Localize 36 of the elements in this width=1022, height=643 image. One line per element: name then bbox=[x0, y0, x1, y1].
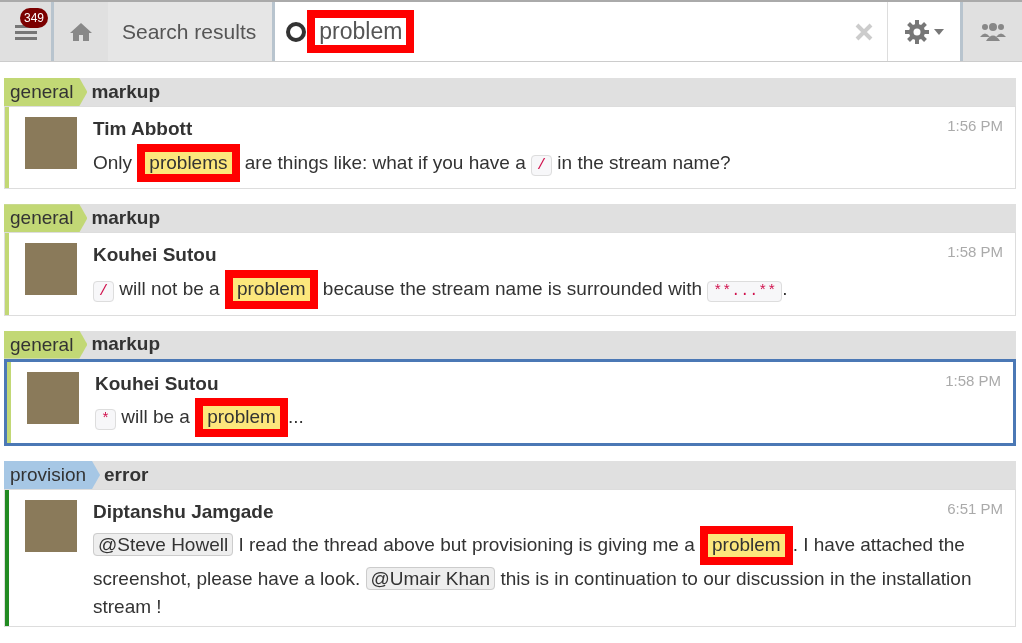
menu-button[interactable]: 349 bbox=[0, 2, 54, 61]
message-time: 1:58 PM bbox=[947, 242, 1003, 263]
avatar-placeholder bbox=[25, 499, 77, 552]
caret-icon bbox=[934, 28, 944, 35]
search-icon bbox=[285, 20, 308, 43]
message-text: @Steve Howell I read the thread above but provisioning is giving me a problem . I have attached the screenshot, please have a look. @Umair Khan this is in continuation to our discussion in the installation stream ! bbox=[93, 526, 1003, 621]
sender-name: Kouhei Sutou bbox=[93, 243, 217, 268]
message-time: 1:56 PM bbox=[947, 116, 1003, 136]
stream-label[interactable]: general bbox=[4, 330, 88, 359]
stream-label[interactable]: general bbox=[4, 78, 88, 106]
message-text: Only problems are things like: what if you have a / in the stream name? bbox=[93, 143, 1003, 183]
home-icon bbox=[69, 21, 93, 42]
settings-icon bbox=[904, 18, 930, 45]
topic-label[interactable]: markup bbox=[87, 330, 161, 359]
avatar-placeholder bbox=[25, 243, 77, 296]
message-time: 1:58 PM bbox=[945, 370, 1001, 391]
sender-name: Kouhei Sutou bbox=[95, 371, 219, 396]
topic-label[interactable]: markup bbox=[87, 77, 161, 107]
settings-button[interactable] bbox=[888, 2, 960, 61]
avatar-placeholder bbox=[27, 371, 79, 424]
message-time: 6:51 PM bbox=[947, 498, 1003, 519]
stream-label[interactable]: general bbox=[4, 204, 88, 233]
users-button[interactable] bbox=[960, 2, 1022, 61]
topic-label[interactable]: error bbox=[100, 460, 149, 490]
message-text: / will not be a problem because the stream name is surrounded with **...** . bbox=[93, 269, 1003, 309]
stream-label[interactable]: provision bbox=[4, 460, 101, 489]
message-text: * will be a problem ... bbox=[95, 398, 1001, 437]
home-button[interactable] bbox=[54, 2, 108, 61]
search-input[interactable]: problem bbox=[307, 9, 415, 54]
close-icon[interactable] bbox=[855, 22, 873, 41]
unread-count-badge: 349 bbox=[20, 8, 49, 28]
sender-name: Tim Abbott bbox=[93, 117, 193, 141]
topic-label[interactable]: markup bbox=[87, 204, 161, 233]
sender-name: Diptanshu Jamgade bbox=[93, 499, 274, 524]
users-icon bbox=[979, 21, 1006, 42]
avatar-placeholder bbox=[25, 117, 77, 169]
